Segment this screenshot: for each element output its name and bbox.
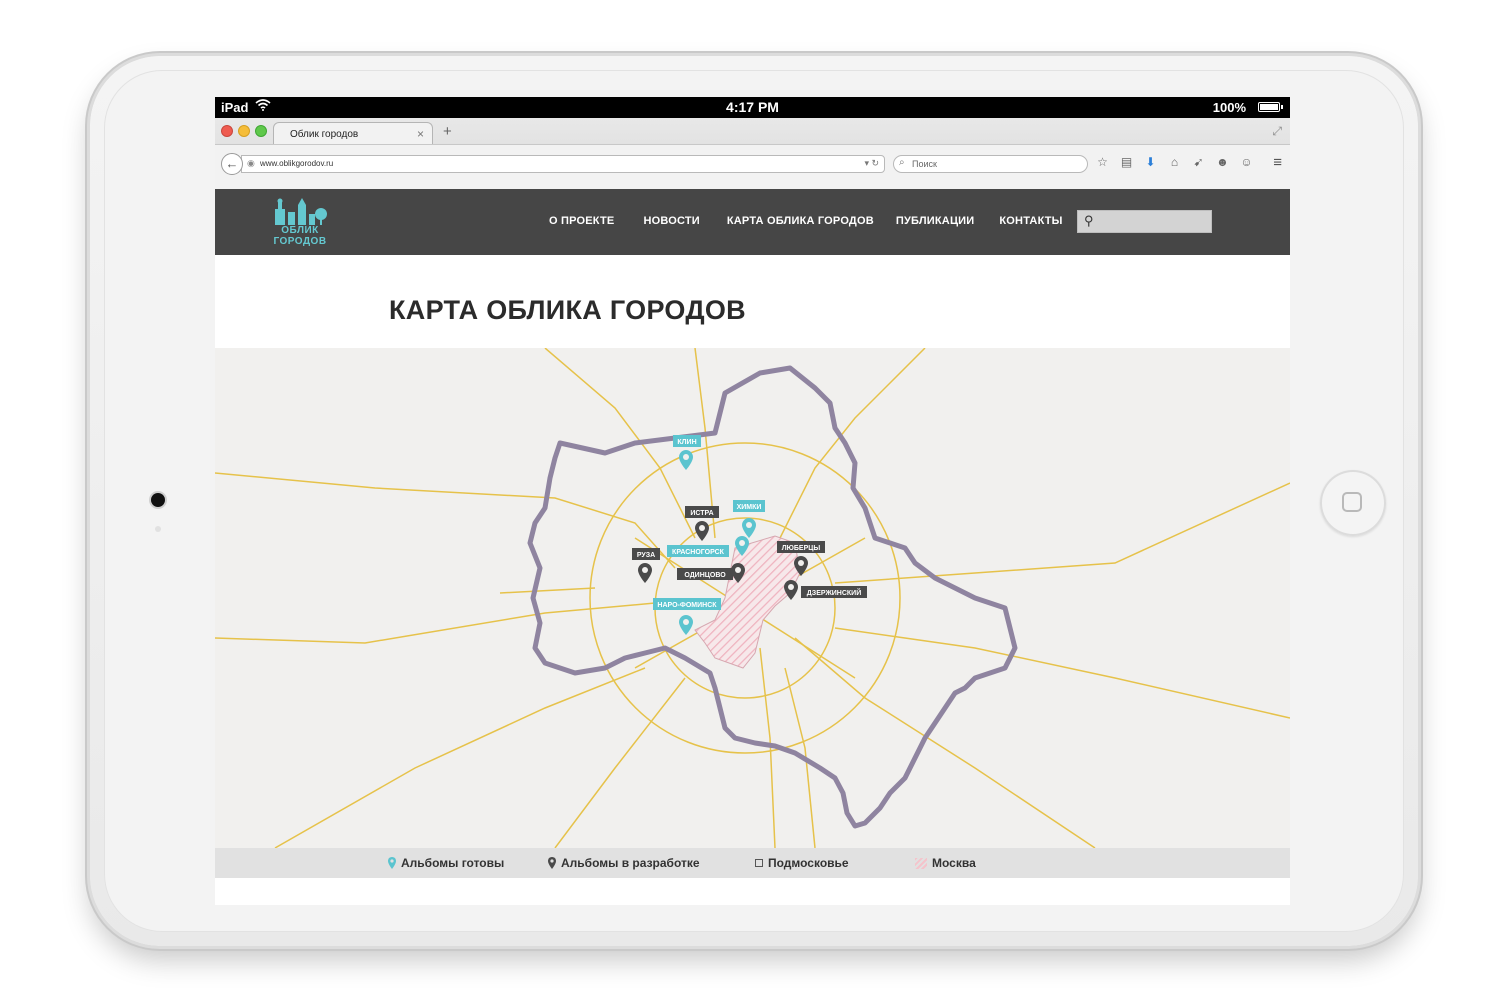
main-nav: О ПРОЕКТЕ НОВОСТИ КАРТА ОБЛИКА ГОРОДОВ П… <box>549 215 1063 227</box>
legend-ready-label: Альбомы готовы <box>401 856 505 870</box>
marker-label: ЛЮБЕРЦЫ <box>782 545 821 552</box>
hatch-icon <box>915 857 927 869</box>
maximize-window-icon[interactable] <box>255 125 267 137</box>
map-svg: КЛИН ИСТРА ХИМКИ КРАСНОГОРСК РУЗА ЛЮБЕРЦЫ ОДИН… <box>215 348 1290 848</box>
map-pin-icon <box>388 857 396 869</box>
site-search-input[interactable]: ⚲ <box>1077 210 1212 233</box>
pin-dot <box>735 567 741 573</box>
pin-dot <box>683 454 689 460</box>
marker-label: ИСТРА <box>690 510 713 517</box>
legend-region: Подмосковье <box>755 856 849 870</box>
globe-icon: ◉ <box>247 158 255 168</box>
smiley-icon[interactable]: ☻ <box>1215 155 1230 169</box>
new-tab-button[interactable]: + <box>443 123 452 140</box>
legend-in-progress: Альбомы в разработке <box>548 856 700 870</box>
logo-text-line2: ГОРОДОВ <box>273 236 327 247</box>
legend-city-label: Москва <box>932 856 976 870</box>
pin-dot <box>798 560 804 566</box>
site-logo[interactable]: ОБЛИК ГОРОДОВ <box>269 197 331 249</box>
fullscreen-icon[interactable]: ⤢ <box>1272 124 1282 139</box>
pin-dot <box>642 567 648 573</box>
marker-label: РУЗА <box>637 552 655 559</box>
browser-toolbar: ◉ www.oblikgorodov.ru ▾ ↻ ← ⌕ Поиск ☆ ▤ … <box>215 144 1290 189</box>
nav-item-news[interactable]: НОВОСТИ <box>643 215 699 227</box>
marker-label: КЛИН <box>677 439 696 446</box>
status-bar: iPad 4:17 PM 100% <box>215 97 1290 118</box>
logo-text-line1: ОБЛИК <box>281 225 319 236</box>
square-icon <box>755 859 763 867</box>
battery-percent: 100% <box>1212 100 1246 115</box>
search-icon: ⚲ <box>1084 213 1094 228</box>
hamburger-menu-icon[interactable]: ≡ <box>1273 154 1282 171</box>
home-icon[interactable]: ⌂ <box>1167 155 1182 169</box>
download-icon[interactable]: ⬇ <box>1143 155 1158 169</box>
marker-label: ХИМКИ <box>737 504 762 511</box>
close-tab-icon[interactable]: × <box>417 127 424 141</box>
reading-list-icon[interactable]: ▤ <box>1119 155 1134 169</box>
home-button[interactable] <box>1320 470 1386 536</box>
page-title-area: КАРТА ОБЛИКА ГОРОДОВ <box>215 255 1290 349</box>
nav-item-contacts[interactable]: КОНТАКТЫ <box>999 215 1062 227</box>
tab-title: Облик городов <box>290 129 359 140</box>
marker-label: ДЗЕРЖИНСКИЙ <box>807 588 862 597</box>
legend-region-label: Подмосковье <box>768 856 849 870</box>
nav-item-map[interactable]: КАРТА ОБЛИКА ГОРОДОВ <box>727 215 874 227</box>
marker-label: ОДИНЦОВО <box>684 572 726 579</box>
sensor <box>155 526 161 532</box>
url-text: www.oblikgorodov.ru <box>260 159 334 168</box>
browser-search-input[interactable]: ⌕ Поиск <box>893 155 1088 173</box>
star-icon[interactable]: ☆ <box>1095 155 1110 169</box>
reload-icon[interactable]: ▾ ↻ <box>864 158 879 169</box>
site-header: ОБЛИК ГОРОДОВ О ПРОЕКТЕ НОВОСТИ КАРТА ОБ… <box>215 189 1290 255</box>
map-pin-icon <box>548 857 556 869</box>
back-button[interactable]: ← <box>221 153 243 175</box>
browser-chrome: Облик городов × + ⤢ ◉ www.oblikgorodov.r… <box>215 118 1290 189</box>
pin-dot <box>699 525 705 531</box>
marker-label: КРАСНОГОРСК <box>672 549 725 556</box>
send-icon[interactable]: ➹ <box>1191 155 1206 169</box>
legend-ready: Альбомы готовы <box>388 856 504 870</box>
camera <box>151 493 165 507</box>
address-bar[interactable]: ◉ www.oblikgorodov.ru ▾ ↻ <box>241 155 885 173</box>
battery-icon <box>1258 102 1283 112</box>
search-placeholder: Поиск <box>912 159 937 169</box>
window-controls <box>221 125 267 137</box>
pin-dot <box>788 584 794 590</box>
clock: 4:17 PM <box>726 99 779 115</box>
pin-dot <box>683 619 689 625</box>
pin-dot <box>739 540 745 546</box>
minimize-window-icon[interactable] <box>238 125 250 137</box>
browser-tab[interactable]: Облик городов × <box>273 122 433 144</box>
marker-label: НАРО-ФОМИНСК <box>657 602 717 609</box>
toolbar-icons: ☆ ▤ ⬇ ⌂ ➹ ☻ ☺ <box>1095 155 1254 169</box>
search-icon: ⌕ <box>899 157 905 168</box>
pin-dot <box>746 522 752 528</box>
back-arrow-icon: ← <box>225 156 239 171</box>
nav-item-about[interactable]: О ПРОЕКТЕ <box>549 215 614 227</box>
region-map[interactable]: КЛИН ИСТРА ХИМКИ КРАСНОГОРСК РУЗА ЛЮБЕРЦЫ ОДИН… <box>215 348 1290 848</box>
close-window-icon[interactable] <box>221 125 233 137</box>
chat-icon[interactable]: ☺ <box>1239 155 1254 169</box>
map-marker[interactable]: РУЗА <box>632 548 660 583</box>
nav-item-publications[interactable]: ПУБЛИКАЦИИ <box>896 215 975 227</box>
page-title: КАРТА ОБЛИКА ГОРОДОВ <box>389 295 746 325</box>
legend-in-progress-label: Альбомы в разработке <box>561 856 700 870</box>
screen: iPad 4:17 PM 100% Облик городов × + ⤢ ◉ … <box>215 97 1290 905</box>
map-marker[interactable]: ДЗЕРЖИНСКИЙ <box>784 580 867 600</box>
map-legend: Альбомы готовы Альбомы в разработке Подм… <box>215 848 1290 878</box>
map-marker[interactable]: КЛИН <box>673 435 701 470</box>
legend-city: Москва <box>915 856 976 870</box>
home-square-icon <box>1342 492 1362 512</box>
